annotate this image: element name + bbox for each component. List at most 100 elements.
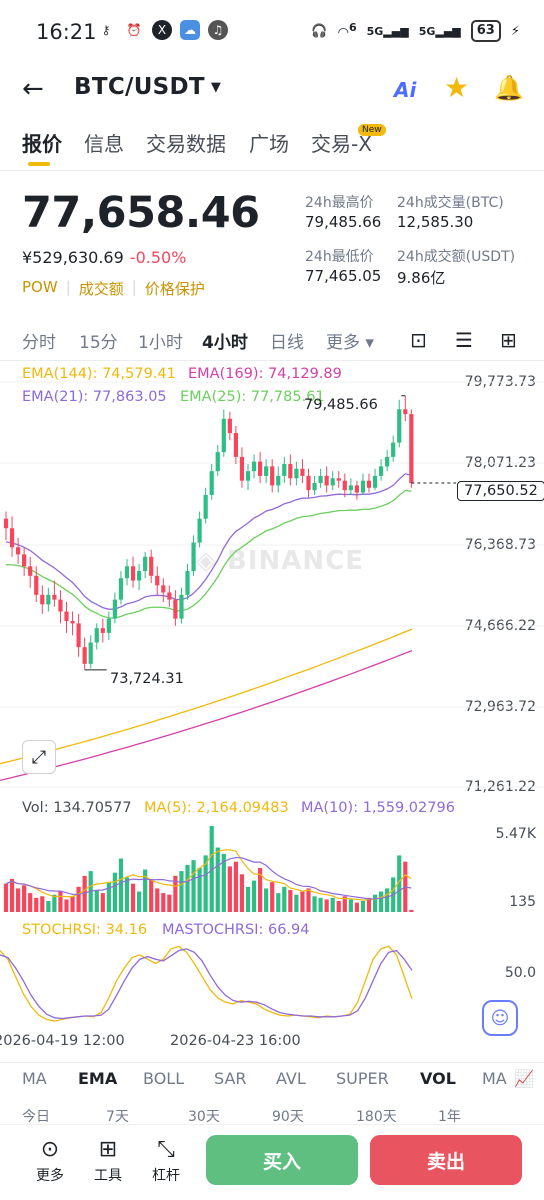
tab-info[interactable]: 信息 [84, 128, 124, 157]
ema144-line [0, 628, 413, 765]
candle-body [197, 518, 202, 543]
ind-tab-boll[interactable]: BOLL [143, 1069, 184, 1088]
stochrsi-legend: STOCHRSI: 34.16 [22, 922, 147, 938]
volume-bar [82, 875, 87, 912]
tag-pow[interactable]: POW [22, 278, 58, 299]
interval-1h[interactable]: 1小时 [138, 328, 183, 353]
candle-body [239, 456, 245, 481]
stochrsi-line [0, 945, 413, 1022]
candle-body [409, 414, 414, 484]
range-today[interactable]: 今日 [22, 1106, 50, 1126]
ema169-text: EMA(169): 74,129.89 [188, 366, 342, 382]
signal-5g-2-icon: 5G▂▄▆ [418, 24, 461, 38]
headphones-icon: 🎧 [311, 23, 328, 39]
volume-bar [372, 894, 378, 912]
expand-icon[interactable]: ⤢ [22, 740, 56, 774]
candle-body [28, 566, 33, 576]
chart-settings-icon[interactable]: ⊡ [410, 328, 427, 352]
stat-vol-usdt-label: 24h成交额(USDT) [397, 249, 516, 265]
volume-bar [312, 896, 317, 912]
volume-bar [366, 897, 372, 912]
volume-bar [215, 847, 220, 912]
indicator-chart-icon[interactable]: 📈 [512, 1069, 534, 1088]
buy-button[interactable]: 买入 [206, 1135, 358, 1185]
volume-bar [70, 896, 75, 912]
interval-bar: 分时 15分 1小时 4小时 日线 更多 ▾ ⊡ ☰ ⊞ [0, 324, 544, 354]
interval-more[interactable]: 更多 ▾ [326, 328, 374, 353]
volume-bar [58, 891, 63, 912]
candle-body [124, 566, 130, 579]
candle-body [137, 571, 142, 581]
candle-body [342, 480, 347, 491]
ind-tab-ma-sub[interactable]: MA [482, 1069, 507, 1088]
candle-body [245, 471, 251, 481]
stat-low-value: 77,465.05 [305, 267, 382, 285]
alarm-icon: ⏰ [126, 23, 142, 37]
ind-tab-ema[interactable]: EMA [78, 1069, 117, 1088]
ema25-legend: EMA(25): 77,785.61 [180, 389, 325, 405]
candle-body [294, 468, 299, 479]
ind-tab-sar[interactable]: SAR [214, 1069, 247, 1088]
pair-title: BTC/USDT [74, 74, 205, 100]
volume-bar [179, 871, 184, 912]
volume-bar [300, 891, 305, 912]
interval-15m[interactable]: 15分 [79, 328, 118, 353]
assistant-bot-icon[interactable]: ☺ [482, 1000, 518, 1036]
caret-down-icon: ▼ [210, 80, 222, 95]
ai-icon[interactable]: Ai [394, 78, 416, 102]
candle-body [106, 618, 111, 633]
audio-icon: ♫ [208, 20, 228, 40]
new-badge: New [358, 124, 386, 136]
layout-grid-icon[interactable]: ⊞ [500, 328, 517, 352]
tab-square[interactable]: 广场 [249, 128, 289, 157]
range-1y[interactable]: 1年 [438, 1106, 461, 1126]
footer-leverage[interactable]: ⤡ 杠杆 [146, 1137, 186, 1185]
volume-bar [403, 861, 408, 912]
candle-body [372, 475, 378, 488]
range-180d[interactable]: 180天 [356, 1106, 397, 1126]
indicator-settings-icon[interactable]: ☰ [455, 328, 473, 352]
volume-bar [409, 909, 414, 912]
ma5-legend: MA(5): 2,164.09483 [144, 800, 289, 816]
footer-leverage-label: 杠杆 [152, 1168, 180, 1184]
vol-ma5-line [5, 849, 412, 901]
pair-selector[interactable]: BTC/USDT ▼ [74, 74, 221, 100]
candle-body [118, 578, 124, 600]
volume-bar [397, 855, 402, 912]
footer-tools[interactable]: ⊞ 工具 [88, 1137, 128, 1185]
vol-tick: 135 [509, 894, 536, 910]
tab-quote[interactable]: 报价 [22, 128, 62, 157]
favorite-star-icon[interactable]: ★ [444, 71, 469, 104]
interval-timeline[interactable]: 分时 [22, 328, 56, 353]
key-icon: ⚷ [101, 23, 111, 37]
tag-turnover[interactable]: 成交额 [79, 278, 124, 299]
ema25-text: EMA(25): 77,785.61 [180, 389, 325, 405]
back-arrow-icon[interactable]: ← [22, 74, 44, 104]
bell-icon[interactable]: 🔔 [494, 74, 524, 102]
status-time: 16:21 [36, 20, 97, 44]
candle-body [179, 594, 184, 619]
ind-tab-ma[interactable]: MA [22, 1069, 47, 1088]
footer-more[interactable]: ⊙ 更多 [30, 1137, 70, 1185]
tag-price-protection[interactable]: 价格保护 [145, 278, 205, 299]
volume-bar [185, 864, 190, 912]
binance-watermark: ◈ BINANCE [196, 546, 365, 576]
candle-body [354, 485, 359, 493]
sell-button[interactable]: 卖出 [370, 1135, 522, 1185]
ind-tab-vol[interactable]: VOL [420, 1069, 456, 1088]
ind-tab-super[interactable]: SUPER [336, 1069, 389, 1088]
volume-bar [348, 899, 353, 912]
candle-body [221, 418, 226, 453]
candle-body [385, 456, 390, 467]
tab-trading-data[interactable]: 交易数据 [146, 128, 226, 157]
mastochrsi-legend: MASTOCHRSI: 66.94 [162, 922, 310, 938]
range-90d[interactable]: 90天 [272, 1106, 304, 1126]
range-30d[interactable]: 30天 [188, 1106, 220, 1126]
interval-1d[interactable]: 日线 [270, 328, 304, 353]
range-7d[interactable]: 7天 [106, 1106, 129, 1126]
price-tick: 78,071.23 [464, 455, 536, 471]
interval-4h[interactable]: 4小时 [202, 328, 248, 353]
ind-tab-avl[interactable]: AVL [276, 1069, 306, 1088]
volume-bar [282, 886, 287, 912]
candle-body [288, 464, 293, 479]
